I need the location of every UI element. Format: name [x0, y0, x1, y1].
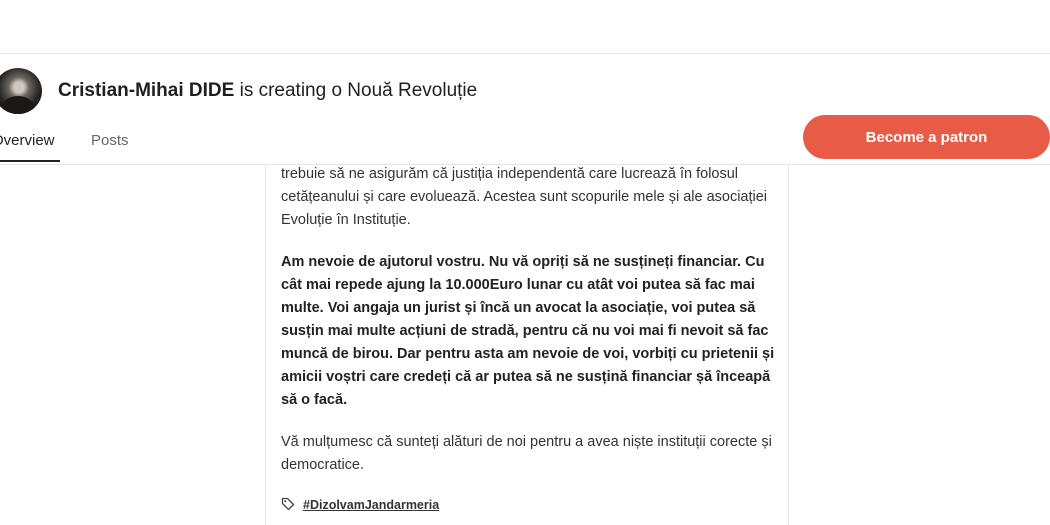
active-tab-indicator [0, 160, 60, 162]
tag-icon [281, 497, 295, 511]
tag-link[interactable]: #DizolvamJandarmeria [303, 498, 439, 512]
post-paragraph: trebuie să ne asigurăm că justiția indep… [281, 166, 768, 228]
creator-header: Cristian-Mihai DIDE is creating o Nouă R… [0, 68, 800, 114]
post-body: trebuie să ne asigurăm că justiția indep… [281, 165, 776, 496]
creator-name[interactable]: Cristian-Mihai DIDE [58, 80, 234, 101]
post-tags: #DizolvamJandarmeria [281, 497, 439, 512]
tab-overview-label: Overview [0, 132, 55, 149]
creator-tagline: is creating o Nouă Revoluție [234, 80, 478, 101]
avatar[interactable] [0, 68, 42, 114]
become-patron-button[interactable]: Become a patron [803, 115, 1050, 159]
post-paragraph: Vă mulțumesc că sunteți alături de noi p… [281, 434, 772, 473]
tab-posts-label: Posts [91, 132, 129, 149]
top-divider [0, 53, 1050, 54]
tab-posts[interactable]: Posts [91, 132, 129, 149]
creator-title: Cristian-Mihai DIDE is creating o Nouă R… [58, 80, 477, 102]
post-card: trebuie să ne asigurăm că justiția indep… [265, 165, 789, 525]
post-paragraph-bold: Am nevoie de ajutorul vostru. Nu vă opri… [281, 254, 775, 408]
tab-overview[interactable]: Overview [0, 132, 60, 162]
